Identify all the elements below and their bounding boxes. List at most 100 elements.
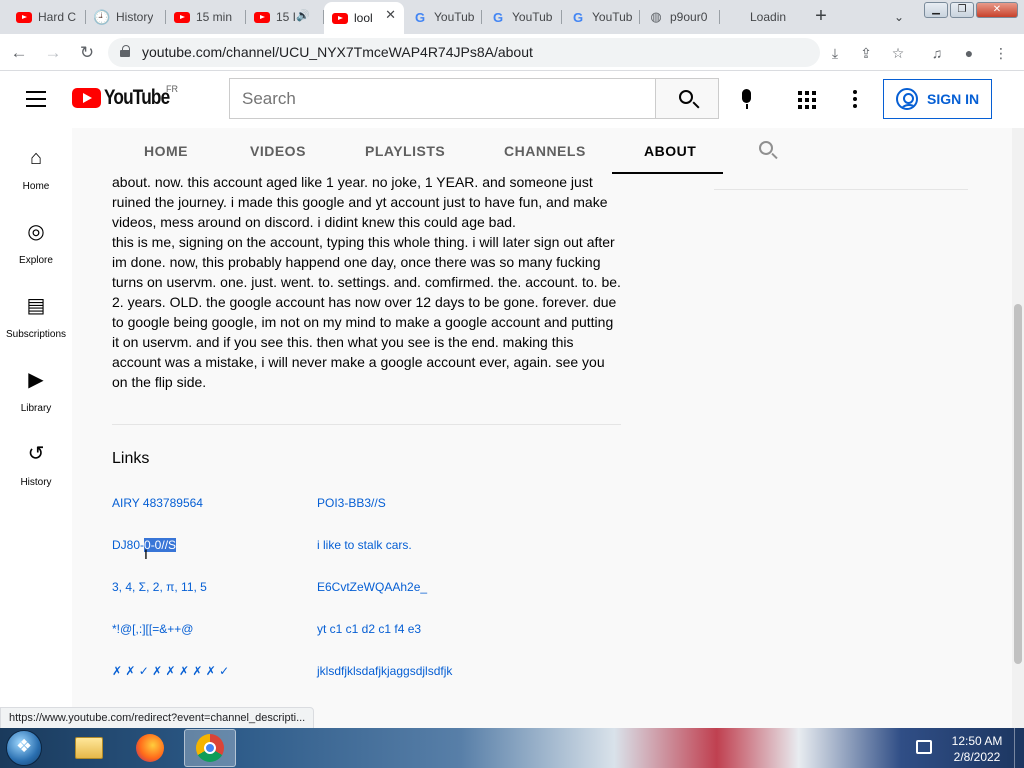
guide-label: Subscriptions — [5, 329, 67, 340]
tab-about[interactable]: ABOUT — [612, 128, 723, 174]
reload-icon[interactable]: ↻ — [74, 40, 100, 66]
description-paragraph: about. now. this account aged like 1 yea… — [112, 174, 608, 230]
guide-item-history[interactable]: ↺ History — [0, 424, 72, 498]
clock-date: 2/8/2022 — [953, 750, 1001, 764]
channel-search-icon[interactable] — [759, 141, 773, 155]
browser-tab-strip: Hard C 🕘 History 15 min 15 I 🔊 lool ✕ G … — [0, 0, 1024, 34]
page-scrollbar[interactable] — [1012, 128, 1024, 728]
channel-link[interactable]: jklsdfjklsdafjkjaggsdjlsdfjk — [317, 664, 452, 678]
tab-title: YouTub — [434, 10, 475, 24]
bookmark-star-icon[interactable]: ☆ — [887, 42, 909, 64]
youtube-masthead: YouTube FR SIGN IN — [0, 72, 1024, 128]
speaker-icon[interactable]: 🔊 — [296, 9, 310, 22]
browser-tab[interactable]: 🕘 History — [86, 4, 166, 30]
tab-title: YouTub — [512, 10, 553, 24]
browser-tab[interactable]: 15 I 🔊 — [246, 4, 324, 30]
guide-item-explore[interactable]: ◎ Explore — [0, 202, 72, 276]
country-code: FR — [166, 84, 178, 94]
youtube-icon — [332, 10, 348, 26]
home-icon: ⌂ — [29, 147, 43, 169]
link-text: DJ80- — [112, 538, 145, 552]
globe-icon: ◍ — [650, 9, 662, 24]
chrome-menu-icon[interactable]: ⋮ — [990, 42, 1012, 64]
channel-description: about. now. this account aged like 1 yea… — [112, 172, 624, 392]
tab-videos[interactable]: VIDEOS — [250, 128, 306, 174]
channel-link[interactable]: 3, 4, Σ, 2, π, 11, 5 — [112, 580, 207, 594]
show-desktop-button[interactable] — [1014, 728, 1024, 768]
guide-item-home[interactable]: ⌂ Home — [0, 128, 72, 202]
share-icon[interactable]: ⇪ — [855, 42, 877, 64]
tab-title: YouTub — [592, 10, 633, 24]
guide-label: History — [20, 477, 52, 488]
channel-link[interactable]: yt c1 c1 d2 c1 f4 e3 — [317, 622, 421, 636]
scrollbar-thumb[interactable] — [1014, 304, 1022, 664]
channel-link[interactable]: *!@[,:][[=&++@ — [112, 622, 193, 636]
divider — [714, 189, 968, 190]
sign-in-button[interactable]: SIGN IN — [883, 79, 992, 119]
tab-title: 15 I — [276, 10, 297, 24]
firefox-icon — [136, 734, 164, 762]
channel-link[interactable]: i like to stalk cars. — [317, 538, 412, 552]
google-icon: G — [492, 9, 504, 25]
close-tab-icon[interactable]: ✕ — [385, 7, 396, 23]
chrome-taskbar-button[interactable] — [184, 729, 236, 767]
text-cursor-icon: I — [144, 546, 148, 562]
guide-item-subscriptions[interactable]: ▤ Subscriptions — [0, 276, 72, 350]
guide-item-library[interactable]: ▶ Library — [0, 350, 72, 424]
maximize-button[interactable]: ❐ — [950, 2, 974, 18]
guide-label: Library — [20, 403, 52, 414]
browser-tab[interactable]: G YouTub — [404, 4, 482, 30]
channel-link[interactable]: POI3-BB3//S — [317, 496, 386, 510]
browser-tab[interactable]: Hard C — [8, 4, 86, 30]
profile-icon[interactable]: ● — [958, 42, 980, 64]
sign-in-label: SIGN IN — [927, 91, 980, 107]
channel-link[interactable]: ✗ ✗ ✓ ✗ ✗ ✗ ✗ ✗ ✓ — [112, 664, 229, 678]
network-icon[interactable] — [916, 740, 932, 754]
explorer-taskbar-button[interactable] — [63, 729, 115, 767]
minimize-button[interactable]: ▁ — [924, 2, 948, 18]
apps-grid-icon[interactable] — [798, 91, 816, 109]
compass-icon: ◎ — [27, 221, 45, 243]
hamburger-menu-icon[interactable] — [26, 91, 46, 107]
guide-label: Home — [22, 181, 50, 192]
tab-playlists[interactable]: PLAYLISTS — [365, 128, 445, 174]
description-paragraph: this is me, signing on the account, typi… — [112, 234, 621, 390]
channel-link[interactable]: E6CvtZeWQAAh2e_ — [317, 580, 427, 594]
browser-tab[interactable]: Loadin — [720, 4, 800, 30]
tab-channels[interactable]: CHANNELS — [504, 128, 586, 174]
search-icon — [679, 90, 693, 104]
install-icon[interactable]: ⤓ — [824, 42, 846, 64]
forward-arrow-icon[interactable]: → — [40, 40, 66, 66]
google-icon: G — [414, 9, 426, 25]
firefox-taskbar-button[interactable] — [124, 729, 176, 767]
microphone-icon — [742, 89, 751, 103]
new-tab-button[interactable]: + — [808, 5, 834, 29]
lock-icon[interactable] — [120, 45, 130, 57]
browser-tab[interactable]: G YouTub — [482, 4, 562, 30]
close-window-button[interactable]: ✕ — [976, 2, 1018, 18]
browser-tab-active[interactable]: lool ✕ — [324, 2, 404, 34]
folder-icon — [75, 737, 103, 759]
start-button[interactable] — [6, 730, 42, 766]
address-bar[interactable]: youtube.com/channel/UCU_NYX7TmceWAP4R74J… — [108, 38, 820, 67]
history-icon: ↺ — [27, 443, 45, 465]
tab-title: Loadin — [750, 10, 787, 24]
browser-tab[interactable]: 15 min — [166, 4, 246, 30]
tab-title: p9our0 — [670, 10, 708, 24]
back-arrow-icon[interactable]: ← — [6, 40, 32, 66]
subscriptions-icon: ▤ — [26, 295, 46, 317]
chrome-icon — [196, 734, 224, 762]
tab-search-chevron-icon[interactable]: ⌄ — [888, 6, 910, 28]
channel-link[interactable]: AIRY 483789564 — [112, 496, 203, 510]
selected-text: 0-0//S — [144, 538, 177, 552]
youtube-icon — [254, 9, 270, 25]
search-input[interactable] — [230, 79, 656, 118]
settings-menu-icon[interactable] — [853, 90, 857, 110]
system-clock[interactable]: 12:50 AM 2/8/2022 — [944, 733, 1010, 765]
tab-home[interactable]: HOME — [144, 128, 188, 174]
media-control-icon[interactable]: ♫ — [926, 42, 948, 64]
browser-tab[interactable]: G YouTub — [562, 4, 640, 30]
search-button[interactable] — [655, 78, 719, 119]
voice-search-button[interactable] — [729, 80, 765, 116]
browser-tab[interactable]: ◍ p9our0 — [640, 4, 720, 30]
